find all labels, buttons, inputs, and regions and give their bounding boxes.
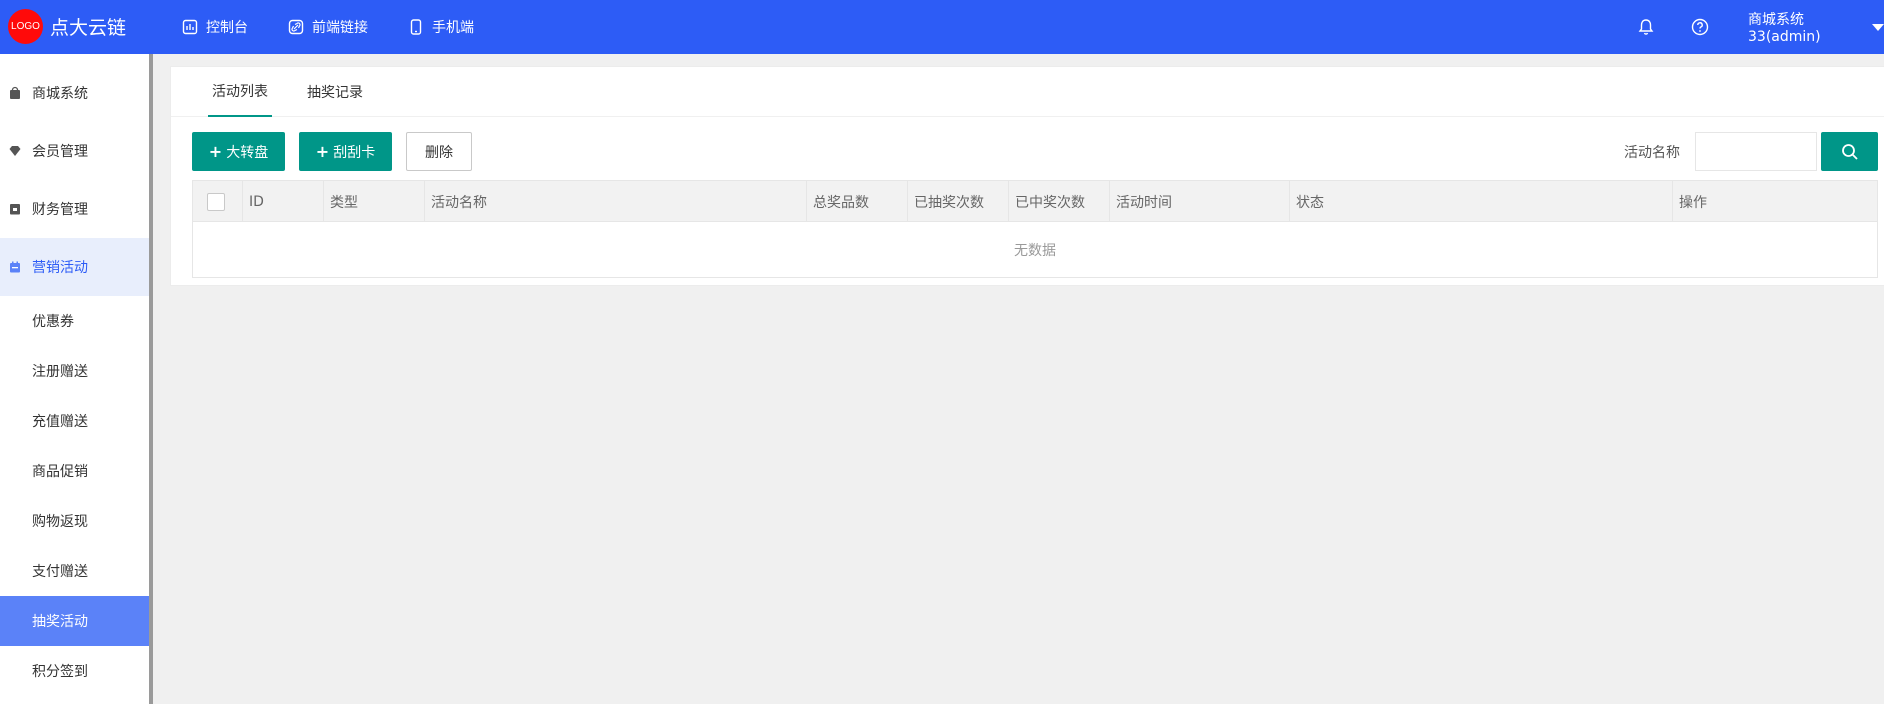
plus-icon: + bbox=[315, 142, 330, 161]
tab-label: 抽奖记录 bbox=[307, 85, 363, 101]
search-label: 活动名称 bbox=[1624, 144, 1680, 161]
column-header-type[interactable]: 类型 bbox=[324, 181, 425, 222]
sidebar-subitem-coupon[interactable]: 优惠券 bbox=[0, 296, 149, 346]
delete-label: 删除 bbox=[425, 144, 453, 161]
user-menu[interactable]: 商城系统33(admin) bbox=[1748, 0, 1884, 54]
sidebar-subitem-label: 购物返现 bbox=[32, 514, 88, 530]
sidebar-subitem-payment-gift[interactable]: 支付赠送 bbox=[0, 546, 149, 596]
sidebar-item-shop-system[interactable]: 商城系统 bbox=[0, 64, 149, 122]
sidebar-subitem-cashback[interactable]: 购物返现 bbox=[0, 496, 149, 546]
top-header: LOGO 点大云链 控制台 前端链接 手机端 商城系统33(admin) bbox=[0, 0, 1884, 54]
plus-icon: + bbox=[208, 142, 223, 161]
sidebar-subitem-recharge-gift[interactable]: 充值赠送 bbox=[0, 396, 149, 446]
topnav-mobile[interactable]: 手机端 bbox=[408, 0, 474, 54]
sidebar-subitem-label: 商品促销 bbox=[32, 464, 88, 480]
sidebar-subitem-label: 积分签到 bbox=[32, 664, 88, 680]
table-header: ID 类型 活动名称 总奖品数 已抽奖次数 已中奖次数 活动时间 状态 操作 bbox=[193, 181, 1877, 222]
tab-label: 活动列表 bbox=[212, 84, 268, 100]
search-button[interactable] bbox=[1821, 132, 1878, 171]
tab-lottery-records[interactable]: 抽奖记录 bbox=[307, 67, 363, 117]
sidebar-subitem-product-promo[interactable]: 商品促销 bbox=[0, 446, 149, 496]
logo: LOGO bbox=[8, 9, 43, 44]
shop-bag-icon bbox=[10, 86, 20, 99]
topnav-mobile-label: 手机端 bbox=[432, 20, 474, 36]
topnav-frontend-label: 前端链接 bbox=[312, 20, 368, 36]
sidebar-subitem-label: 充值赠送 bbox=[32, 414, 88, 430]
select-all-cell bbox=[193, 181, 243, 222]
bell-icon[interactable] bbox=[1636, 17, 1656, 37]
column-header-status[interactable]: 状态 bbox=[1290, 181, 1673, 222]
topnav-dashboard-label: 控制台 bbox=[206, 20, 248, 36]
select-all-checkbox[interactable] bbox=[207, 192, 225, 211]
empty-state-text: 无数据 bbox=[1014, 242, 1056, 259]
sidebar-subitem-lottery[interactable]: 抽奖活动 bbox=[0, 596, 149, 646]
topnav-frontend-link[interactable]: 前端链接 bbox=[288, 0, 368, 54]
diamond-icon bbox=[9, 146, 21, 156]
column-header-activity-name[interactable]: 活动名称 bbox=[425, 181, 807, 222]
main-panel: 活动列表 抽奖记录 + 大转盘 + 刮刮卡 删除 活动名称 ID 类型 活动名称… bbox=[170, 66, 1884, 286]
column-header-activity-time[interactable]: 活动时间 bbox=[1110, 181, 1290, 222]
sidebar-subitem-label: 注册赠送 bbox=[32, 364, 88, 380]
help-icon[interactable] bbox=[1690, 17, 1710, 37]
sidebar-item-marketing[interactable]: 营销活动 bbox=[0, 238, 149, 296]
sidebar-subitem-register-gift[interactable]: 注册赠送 bbox=[0, 346, 149, 396]
column-header-total-prizes[interactable]: 总奖品数 bbox=[807, 181, 908, 222]
sidebar: 商城系统 会员管理 财务管理 营销活动 优惠券 注册赠送 充值赠送 商品促销 购… bbox=[0, 54, 153, 704]
sidebar-item-label: 财务管理 bbox=[32, 202, 88, 218]
column-header-actions[interactable]: 操作 bbox=[1673, 181, 1877, 222]
search-icon bbox=[1841, 143, 1858, 160]
column-header-draw-count[interactable]: 已抽奖次数 bbox=[908, 181, 1009, 222]
delete-button[interactable]: 删除 bbox=[406, 132, 472, 171]
tab-bar: 活动列表 抽奖记录 bbox=[171, 67, 1884, 117]
sidebar-item-member[interactable]: 会员管理 bbox=[0, 122, 149, 180]
dashboard-icon bbox=[182, 19, 198, 35]
activity-name-search-input[interactable] bbox=[1695, 132, 1817, 171]
sidebar-subitem-points-checkin[interactable]: 积分签到 bbox=[0, 646, 149, 696]
activity-table: ID 类型 活动名称 总奖品数 已抽奖次数 已中奖次数 活动时间 状态 操作 无… bbox=[192, 180, 1878, 278]
sidebar-item-label: 会员管理 bbox=[32, 144, 88, 160]
column-header-id[interactable]: ID bbox=[243, 181, 324, 222]
add-scratch-card-button[interactable]: + 刮刮卡 bbox=[299, 132, 392, 171]
sidebar-subitem-label: 优惠券 bbox=[32, 314, 74, 330]
topnav-dashboard[interactable]: 控制台 bbox=[182, 0, 248, 54]
logo-text: LOGO bbox=[11, 21, 40, 32]
calendar-icon bbox=[10, 261, 20, 273]
wallet-icon bbox=[10, 204, 20, 215]
sidebar-item-label: 营销活动 bbox=[32, 260, 88, 276]
sidebar-item-finance[interactable]: 财务管理 bbox=[0, 180, 149, 238]
caret-down-icon bbox=[1872, 23, 1884, 31]
tab-activity-list[interactable]: 活动列表 bbox=[208, 67, 272, 117]
add-wheel-label: 大转盘 bbox=[226, 144, 269, 161]
add-scratch-label: 刮刮卡 bbox=[333, 144, 376, 161]
brand-name: 点大云链 bbox=[50, 17, 127, 39]
sidebar-subitem-label: 抽奖活动 bbox=[32, 614, 88, 630]
mobile-icon bbox=[410, 19, 422, 35]
link-icon bbox=[288, 19, 304, 35]
user-name: 商城系统33(admin) bbox=[1748, 12, 1821, 45]
column-header-win-count[interactable]: 已中奖次数 bbox=[1009, 181, 1110, 222]
add-wheel-button[interactable]: + 大转盘 bbox=[192, 132, 285, 171]
sidebar-item-label: 商城系统 bbox=[32, 86, 88, 102]
sidebar-subitem-label: 支付赠送 bbox=[32, 564, 88, 580]
